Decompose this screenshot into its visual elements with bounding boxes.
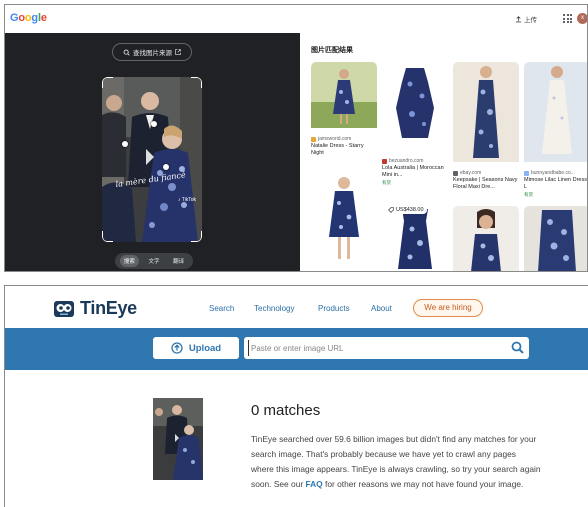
mode-text-tab[interactable]: 文字 xyxy=(144,255,163,267)
result-card[interactable]: bezuandro.com Lola Australia | Moroccan … xyxy=(382,62,448,186)
result-source: jamsworid.com xyxy=(311,136,377,142)
faq-link[interactable]: FAQ xyxy=(305,479,322,489)
robot-logo-icon xyxy=(54,300,74,317)
object-dot[interactable] xyxy=(163,164,169,170)
message-text: for other reasons we may not have found … xyxy=(322,479,524,489)
search-band: Upload xyxy=(5,328,588,370)
matches-heading: 0 matches xyxy=(251,402,321,419)
image-url-input[interactable] xyxy=(248,340,503,356)
crop-corner-handle[interactable] xyxy=(191,77,202,88)
find-image-source-button[interactable]: 查找图片来源 xyxy=(112,43,192,61)
crop-corner-handle[interactable] xyxy=(102,231,113,242)
result-source: bunnyandbabe.co... xyxy=(524,170,587,176)
mode-translate-tab[interactable]: 翻译 xyxy=(169,255,188,267)
query-image[interactable]: la mère du fiancé ♪ TikTok xyxy=(102,77,202,242)
url-search-box xyxy=(244,337,529,359)
result-image xyxy=(453,206,519,271)
upload-icon xyxy=(516,15,521,22)
find-image-source-label: 查找图片来源 xyxy=(133,50,172,57)
upload-button[interactable]: 上传 xyxy=(515,14,537,24)
object-dot[interactable] xyxy=(122,141,128,147)
tineye-window: TinEye Search Technology Products About … xyxy=(4,285,588,507)
no-results-message: TinEye searched over 59.6 billion images… xyxy=(251,432,541,492)
result-title: Mimose Lilac Linen Dress L xyxy=(524,177,587,190)
search-icon[interactable] xyxy=(511,341,524,354)
google-lens-window: Google 上传 x 查找图片来源 la mère du fiancé ♪ T… xyxy=(4,4,588,272)
tiktok-watermark: ♪ TikTok xyxy=(178,197,197,203)
upload-label: Upload xyxy=(188,342,222,354)
google-top-bar: Google 上传 x xyxy=(5,5,587,33)
result-card[interactable] xyxy=(311,173,377,271)
crop-corner-handle[interactable] xyxy=(191,231,202,242)
result-source: bezuandro.com xyxy=(382,158,448,164)
wedding-photo-image: la mère du fiancé xyxy=(102,77,202,242)
results-heading: 图片匹配结果 xyxy=(311,47,353,54)
open-external-icon xyxy=(175,49,181,55)
upload-image-button[interactable]: Upload xyxy=(153,337,239,359)
result-card[interactable] xyxy=(453,206,519,271)
price-badge: US$438.00 xyxy=(385,206,427,214)
crop-corner-handle[interactable] xyxy=(102,77,113,88)
mode-search-tab[interactable]: 搜索 xyxy=(119,255,139,267)
object-dot[interactable] xyxy=(151,121,157,127)
we-are-hiring-button[interactable]: We are hiring xyxy=(413,299,483,317)
result-card[interactable]: jamsworid.com Natalie Dress - Starry Nig… xyxy=(311,62,377,157)
result-image xyxy=(524,206,587,271)
result-title: Natalie Dress - Starry Night xyxy=(311,143,364,156)
avatar[interactable]: x xyxy=(577,13,587,24)
result-image xyxy=(453,62,519,167)
result-stock: 有货 xyxy=(382,180,391,185)
result-card[interactable] xyxy=(524,206,587,271)
tineye-logo[interactable]: TinEye xyxy=(53,298,137,319)
result-card[interactable]: bunnyandbabe.co... Mimose Lilac Linen Dr… xyxy=(524,62,587,198)
result-title: Keepsake | Seasons Navy Floral Maxi Dre.… xyxy=(453,177,518,190)
lens-icon xyxy=(123,49,130,56)
results-panel: 图片匹配结果 jamsworid.com Natalie Dress - Sta… xyxy=(300,33,587,271)
upload-arrow-icon xyxy=(171,342,183,354)
nav-about-link[interactable]: About xyxy=(371,304,392,313)
result-image xyxy=(382,62,448,155)
nav-search-link[interactable]: Search xyxy=(209,304,234,313)
result-card[interactable]: US$438.00 xyxy=(382,203,448,271)
tineye-brand-text: TinEye xyxy=(80,298,137,318)
upload-label: 上传 xyxy=(524,17,537,24)
tag-icon xyxy=(388,207,394,213)
tineye-header: TinEye Search Technology Products About … xyxy=(5,286,588,328)
query-image-panel: 查找图片来源 la mère du fiancé ♪ TikTok 搜索 文字 … xyxy=(5,33,300,271)
searched-image-thumbnail xyxy=(153,398,203,480)
result-source: ebay.com xyxy=(453,170,519,176)
logo-letter: e xyxy=(40,12,47,24)
result-card[interactable]: ebay.com Keepsake | Seasons Navy Floral … xyxy=(453,62,519,191)
apps-grid-icon[interactable] xyxy=(563,14,572,23)
result-title: Lola Australia | Moroccan Mini in... xyxy=(382,165,444,178)
result-stock: 有货 xyxy=(524,192,533,197)
nav-technology-link[interactable]: Technology xyxy=(254,304,294,313)
result-image xyxy=(311,173,377,271)
nav-products-link[interactable]: Products xyxy=(318,304,350,313)
result-image xyxy=(524,62,587,167)
google-logo[interactable]: Google xyxy=(10,12,47,24)
lens-mode-selector: 搜索 文字 翻译 xyxy=(115,253,193,269)
result-image xyxy=(311,62,377,133)
